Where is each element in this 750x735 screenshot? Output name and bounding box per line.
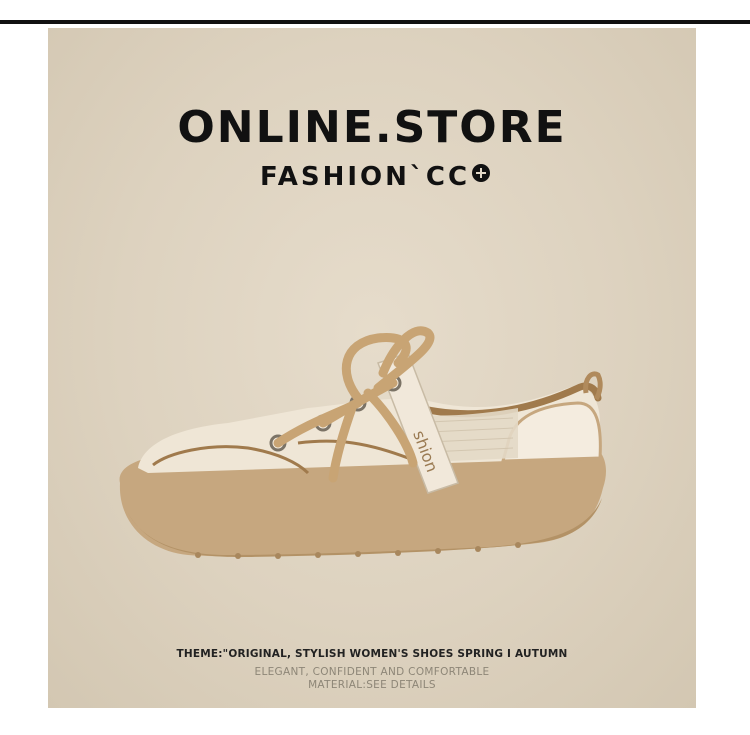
brand-subtitle-text: FASHION`CC [260,162,471,192]
sneaker-image: shion [119,326,607,559]
product-banner: ONLINE.STORE FASHION`CC shion THEME:"ORI… [48,28,696,708]
store-title: ONLINE.STORE [177,102,567,153]
brand-subtitle: FASHION`CC [260,160,491,194]
tagline-caption: ELEGANT, CONFIDENT AND COMFORTABLE [254,666,490,678]
material-caption: MATERIAL:SEE DETAILS [308,679,436,691]
top-divider [0,20,750,24]
plus-circle-icon [472,164,491,182]
theme-caption: THEME:"ORIGINAL, STYLISH WOMEN'S SHOES S… [176,648,568,660]
